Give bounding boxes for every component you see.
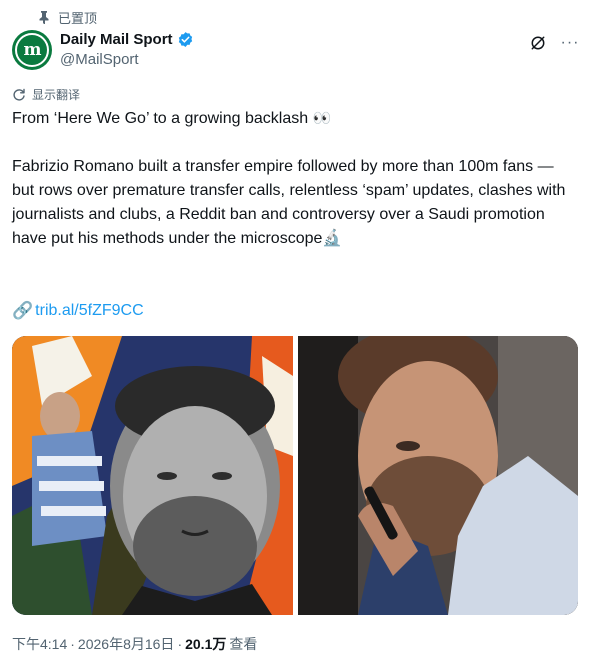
grok-icon (531, 36, 545, 50)
meta-separator-2: · (177, 636, 183, 652)
eyes-emoji: 👀 (312, 110, 332, 127)
meta-separator: · (70, 636, 75, 652)
views-count: 20.1万 (185, 636, 227, 652)
tweet-body: Fabrizio Romano built a transfer empire … (12, 158, 566, 247)
grok-button[interactable] (527, 32, 549, 54)
author-display-name-row[interactable]: Daily Mail Sport (60, 30, 194, 49)
avatar[interactable]: m (12, 30, 52, 70)
pin-icon (39, 11, 49, 24)
pinned-label: 已置顶 (58, 10, 98, 26)
tweet-date[interactable]: 2026年8月16日 (78, 634, 175, 654)
collage-illustration (12, 336, 293, 615)
translate-icon (13, 88, 25, 101)
author-names: Daily Mail Sport @MailSport (60, 30, 194, 70)
media-grid (12, 336, 578, 615)
more-dots-icon: ··· (560, 34, 580, 51)
tweet-link[interactable]: 🔗 trib.al/5fZF9CC (12, 299, 144, 323)
show-translation-label: 显示翻译 (32, 88, 81, 102)
microscope-emoji: 🔬 (322, 230, 343, 247)
tweet-time[interactable]: 下午4:14 (12, 634, 67, 654)
more-options-button[interactable]: ··· (559, 32, 581, 54)
avatar-logo: m (15, 33, 49, 67)
romano-collage-photo[interactable] (12, 336, 293, 615)
show-translation-button[interactable]: 显示翻译 (12, 86, 80, 103)
pinned-indicator: 已置顶 (38, 8, 97, 26)
tweet-text: From ‘Here We Go’ to a growing backlash … (12, 107, 572, 251)
views-label: 查看 (229, 636, 258, 652)
tweet-headline: From ‘Here We Go’ to a growing backlash (12, 110, 309, 127)
tweet-meta: 下午4:14 · 2026年8月16日 · 20.1万 查看 (12, 634, 257, 654)
author-display-name[interactable]: Daily Mail Sport (60, 30, 173, 49)
link-text[interactable]: trib.al/5fZF9CC (35, 299, 143, 323)
phone-portrait-illustration (298, 336, 578, 615)
tweet-header: m Daily Mail Sport @MailSport ··· (12, 28, 583, 72)
link-icon: 🔗 (12, 301, 34, 320)
romano-phone-photo[interactable] (298, 336, 578, 615)
verified-badge-icon (178, 32, 192, 47)
author-handle[interactable]: @MailSport (60, 50, 194, 70)
